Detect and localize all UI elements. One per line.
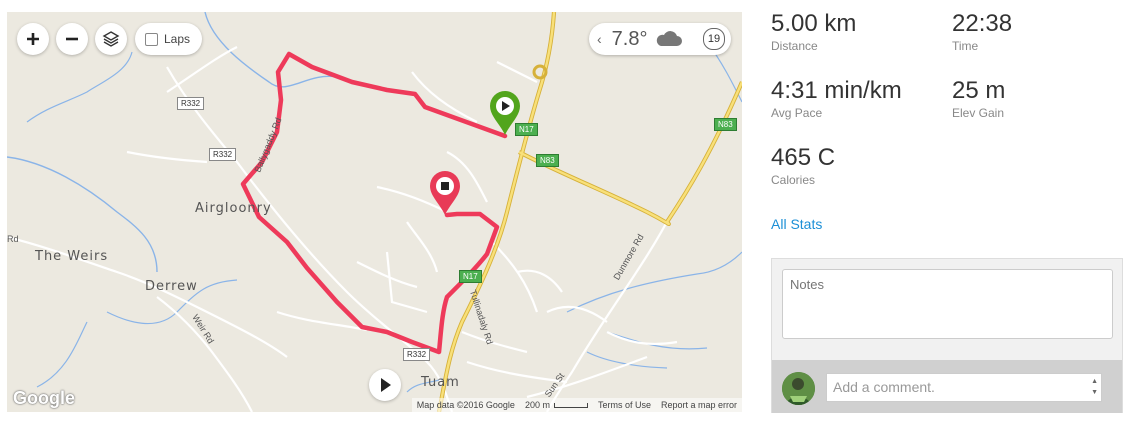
map-data-attribution: Map data ©2016 Google xyxy=(416,400,515,410)
stat-value: 465 C xyxy=(771,144,836,171)
place-label-derrew: Derrew xyxy=(145,279,198,294)
stat-label: Elev Gain xyxy=(952,106,1005,120)
stat-value: 22:38 xyxy=(952,10,1013,37)
stat-distance: 5.00 km Distance xyxy=(771,10,951,53)
place-label-the-weirs: The Weirs xyxy=(35,249,109,264)
road-shield-r332: R332 xyxy=(209,148,237,161)
stat-elev-gain: 25 m Elev Gain xyxy=(952,77,1132,120)
plus-icon xyxy=(27,33,39,45)
report-error-link[interactable]: Report a map error xyxy=(661,400,737,410)
google-logo: Google xyxy=(13,388,75,408)
cloud-icon xyxy=(657,31,683,46)
wind-speed-badge: 19 xyxy=(703,28,725,50)
stat-time: 22:38 Time xyxy=(952,10,1132,53)
place-label-tuam: Tuam xyxy=(421,375,460,390)
terms-link[interactable]: Terms of Use xyxy=(598,400,651,410)
replay-button[interactable] xyxy=(369,369,401,401)
temperature: 7.8° xyxy=(611,27,648,50)
start-marker[interactable] xyxy=(488,90,522,136)
scroll-arrows-icon[interactable]: ▲ ▼ xyxy=(1091,376,1098,398)
road-shield-r332: R332 xyxy=(403,348,431,361)
map-footer: Map data ©2016 Google 200 m Terms of Use… xyxy=(411,398,742,412)
play-icon xyxy=(381,378,391,392)
stat-value: 4:31 min/km xyxy=(771,77,902,104)
layers-icon xyxy=(102,31,120,47)
comment-placeholder: Add a comment. xyxy=(833,379,935,395)
zoom-in-button[interactable] xyxy=(17,23,49,55)
comment-row: Add a comment. ▲ ▼ xyxy=(772,360,1122,413)
road-name-edge: Rd xyxy=(7,234,19,244)
comment-input[interactable]: Add a comment. ▲ ▼ xyxy=(826,373,1102,402)
stat-label: Time xyxy=(952,39,979,53)
laps-toggle[interactable]: Laps xyxy=(135,23,203,55)
chevron-left-icon[interactable]: ‹ xyxy=(597,31,602,47)
all-stats-link[interactable]: All Stats xyxy=(771,216,822,232)
stat-label: Calories xyxy=(771,173,816,187)
weather-widget[interactable]: ‹ 7.8° 19 xyxy=(589,23,731,55)
stat-avg-pace: 4:31 min/km Avg Pace xyxy=(771,77,951,120)
minus-icon xyxy=(66,37,78,41)
route-line xyxy=(240,51,508,355)
stat-value: 25 m xyxy=(952,77,1006,104)
notes-field[interactable] xyxy=(782,269,1113,339)
map-canvas xyxy=(7,12,742,412)
finish-marker[interactable] xyxy=(428,170,462,216)
zoom-out-button[interactable] xyxy=(56,23,88,55)
notes-panel: Add a comment. ▲▼ xyxy=(771,258,1123,413)
avatar xyxy=(782,372,815,405)
laps-checkbox[interactable] xyxy=(145,32,158,46)
layers-button[interactable] xyxy=(95,23,127,55)
stat-value: 5.00 km xyxy=(771,10,857,37)
road-shield-r332: R332 xyxy=(177,97,205,110)
road-shield-n83: N83 xyxy=(714,118,737,131)
laps-label: Laps xyxy=(164,32,191,46)
stat-label: Distance xyxy=(771,39,818,53)
route-map[interactable]: R332 R332 R332 N17 N17 N83 N83 Ballygadd… xyxy=(7,12,742,412)
stat-label: Avg Pace xyxy=(771,106,823,120)
road-shield-n17: N17 xyxy=(459,270,482,283)
stat-calories: 465 C Calories xyxy=(771,144,951,187)
road-shield-n83: N83 xyxy=(536,154,559,167)
place-label-airgloonry: Airgloonry xyxy=(195,201,272,216)
scale-indicator: 200 m xyxy=(525,400,588,410)
